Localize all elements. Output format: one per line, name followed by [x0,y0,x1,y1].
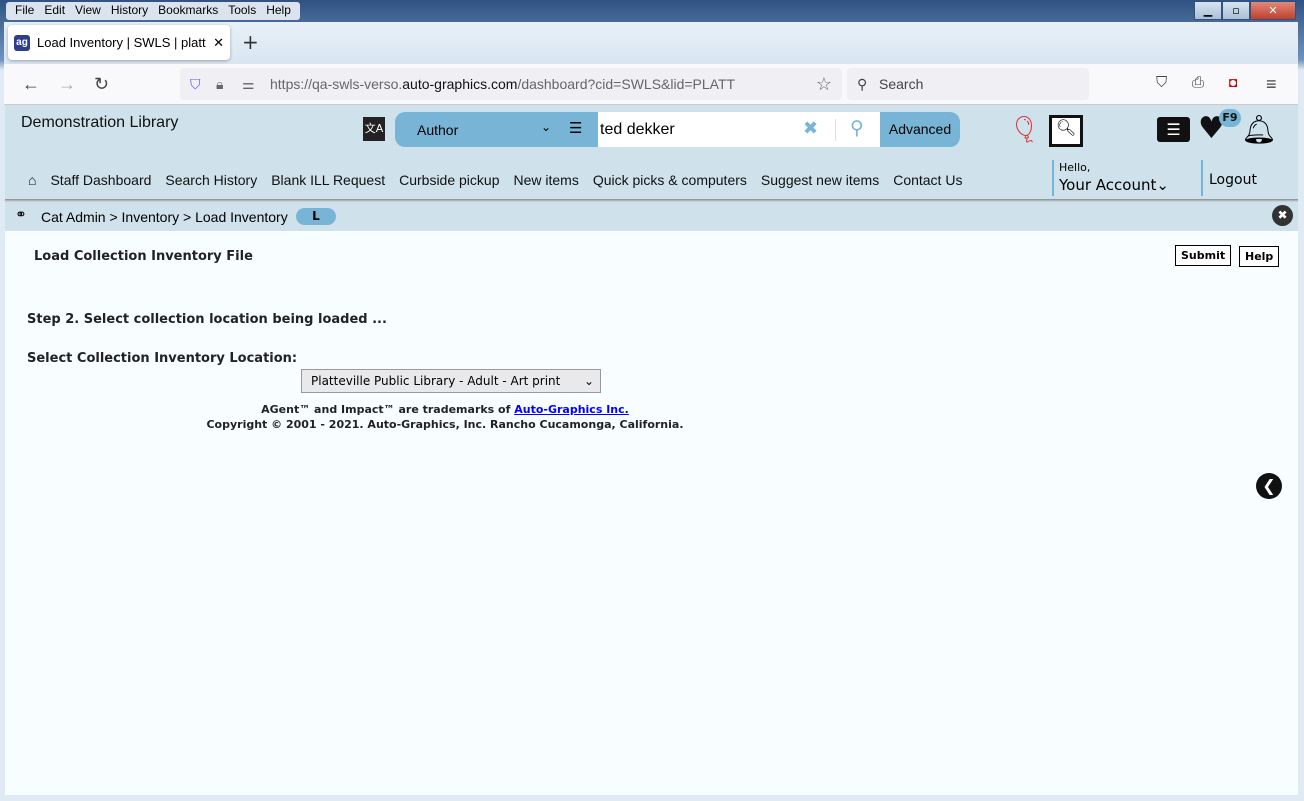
bell-icon[interactable]: 🔔︎ [1241,113,1277,146]
nav-search-history[interactable]: Search History [158,167,264,202]
copyright: Copyright © 2001 - 2021. Auto-Graphics, … [206,418,684,431]
search-placeholder: Search [879,76,924,92]
new-tab-button[interactable]: + [242,30,259,54]
hello-label: Hello, [1059,161,1091,174]
minimize-button[interactable]: ▁ [1194,1,1222,20]
hamburger-menu-icon[interactable]: ≡ [1266,74,1277,95]
step-heading: Step 2. Select collection location being… [27,312,387,327]
library-name: Demonstration Library [21,114,179,131]
permissions-icon: ⚌ [242,76,255,92]
divider [1201,160,1203,196]
url-domain: auto-graphics.com [402,76,518,92]
extension-icon[interactable]: ◘ [1229,74,1237,90]
auto-graphics-link[interactable]: Auto-Graphics Inc. [514,403,629,416]
home-icon[interactable]: ⌂ [21,167,43,202]
menu-bookmarks[interactable]: Bookmarks [153,2,223,20]
search-input[interactable] [598,112,880,147]
reload-icon[interactable]: ↻ [94,74,109,95]
browser-search-input[interactable]: ⚲ Search [847,68,1089,100]
footer: AGent™ and Impact™ are trademarks of Aut… [5,402,885,432]
menu-file[interactable]: File [10,2,39,20]
balloon-icon[interactable]: 🎈︎ [1008,115,1041,145]
bookmark-star-icon[interactable]: ☆ [816,68,832,100]
menu-view[interactable]: View [70,2,106,20]
maximize-button[interactable]: ▫ [1222,1,1250,20]
help-button[interactable]: Help [1239,246,1280,267]
breadcrumb-bar: ⚭ Cat Admin > Inventory > Load Inventory… [5,202,1298,231]
print-icon[interactable]: ⎙ [1192,74,1204,91]
close-window-button[interactable]: ✕ [1250,1,1296,20]
close-icon[interactable]: ✖ [1272,205,1293,226]
url-prefix: https://qa-swls-verso. [270,76,403,92]
logout-link[interactable]: Logout [1209,172,1257,188]
back-icon[interactable]: ← [22,74,40,95]
nav-blank-ill-request[interactable]: Blank ILL Request [264,167,392,202]
nav-quick-picks[interactable]: Quick picks & computers [586,167,754,202]
collapse-panel-icon[interactable]: ❮ [1256,473,1282,499]
language-icon[interactable]: 文A [363,117,385,141]
forward-icon[interactable]: → [58,74,76,95]
nav-staff-dashboard[interactable]: Staff Dashboard [43,167,159,202]
location-select[interactable]: Platteville Public Library - Adult - Art… [301,369,601,393]
search-type-select[interactable]: Author [417,122,458,138]
database-icon[interactable]: ☰ [569,119,582,137]
menu-edit[interactable]: Edit [39,2,70,20]
search-bar: Author ⌄ ☰ ✖ ⚲ Advanced [395,112,960,147]
navigation-toolbar: ← → ↻ ⛉ 🔒︎ ⚌ https://qa-swls-verso.auto-… [4,64,1298,105]
location-select-value: Platteville Public Library - Adult - Art… [311,374,561,388]
chevron-down-icon[interactable]: ⌄ [541,120,551,134]
breadcrumb-pill[interactable]: L [296,208,336,225]
url-suffix: /dashboard?cid=SWLS&lid=PLATT [517,76,736,92]
menu-tools[interactable]: Tools [223,2,261,20]
favorites-badge: F9 [1219,109,1241,127]
divider [1052,160,1054,196]
nav-suggest-new-items[interactable]: Suggest new items [754,167,886,202]
site-header: Demonstration Library 文A Author ⌄ ☰ ✖ ⚲ … [5,105,1298,202]
clear-search-icon[interactable]: ✖ [803,118,818,139]
your-account-menu[interactable]: Your Account⌄ [1059,176,1169,194]
catalog-search-icon[interactable]: 🔍︎ [1049,115,1083,147]
chevron-down-icon: ⌄ [583,374,594,388]
main-nav: ⌂ Staff Dashboard Search History Blank I… [21,167,969,202]
menu-bar: File Edit View History Bookmarks Tools H… [6,2,300,20]
browser-tab[interactable]: ag Load Inventory | SWLS | platt | A ✕ [8,25,230,60]
breadcrumb: Cat Admin > Inventory > Load Inventory [41,209,288,225]
pocket-icon[interactable]: ⛉ [1156,74,1167,91]
trademark-text: AGent™ and Impact™ are trademarks of [261,403,515,416]
trademark-line: AGent™ and Impact™ are trademarks of Aut… [5,402,885,417]
lock-icon: 🔒︎ [216,76,224,92]
favicon-icon: ag [14,34,30,51]
page-title: Load Collection Inventory File [34,249,253,264]
nav-curbside-pickup[interactable]: Curbside pickup [392,167,506,202]
page-content: Demonstration Library 文A Author ⌄ ☰ ✖ ⚲ … [5,105,1298,795]
link-icon: ⚭ [15,207,27,223]
select-label: Select Collection Inventory Location: [27,351,298,366]
menu-history[interactable]: History [106,2,153,20]
shield-icon: ⛉ [190,76,201,92]
menu-help[interactable]: Help [261,2,296,20]
submit-button[interactable]: Submit [1175,245,1232,266]
nav-contact-us[interactable]: Contact Us [886,167,969,202]
tab-title: Load Inventory | SWLS | platt | A [37,35,210,50]
window-controls: ▁ ▫ ✕ [1194,1,1296,20]
divider [835,119,836,141]
nav-new-items[interactable]: New items [506,167,585,202]
close-tab-icon[interactable]: ✕ [213,35,224,51]
list-icon[interactable]: ☰ [1157,117,1190,142]
search-icon[interactable]: ⚲ [850,117,864,139]
advanced-search-button[interactable]: Advanced [880,112,960,147]
search-icon: ⚲ [857,76,868,92]
url-bar[interactable]: ⛉ 🔒︎ ⚌ https://qa-swls-verso.auto-graphi… [180,68,842,100]
account-label: Your Account [1059,176,1157,194]
